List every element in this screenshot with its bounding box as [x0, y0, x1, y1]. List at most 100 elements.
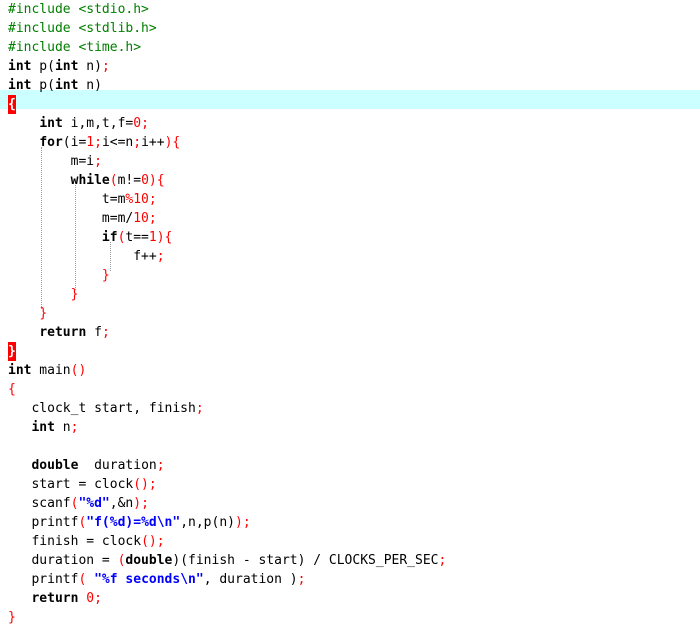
- code-token: 1: [148, 230, 157, 245]
- code-line[interactable]: clock_t start, finish;: [8, 399, 203, 418]
- code-token: ;: [94, 154, 102, 169]
- code-line[interactable]: for(i=1;i<=n;i++){: [8, 133, 180, 152]
- code-token: (: [78, 572, 95, 587]
- code-line[interactable]: }: [8, 342, 16, 361]
- code-line[interactable]: t=m%10;: [8, 190, 157, 209]
- code-token: ;: [156, 458, 165, 473]
- code-editor[interactable]: #include <stdio.h> #include <stdlib.h> #in…: [0, 0, 700, 625]
- code-token: #include <stdlib.h>: [8, 21, 157, 36]
- code-line[interactable]: #include <stdlib.h>: [8, 19, 157, 38]
- code-token: ;: [94, 135, 102, 150]
- code-line[interactable]: printf("f(%d)=%d\n",n,p(n));: [8, 513, 251, 532]
- code-token: ,n,p(n): [180, 515, 235, 530]
- code-token: double: [31, 458, 79, 473]
- code-line[interactable]: start = clock();: [8, 475, 156, 494]
- code-token: #include <stdio.h>: [8, 2, 149, 17]
- code-line[interactable]: m=i;: [8, 152, 102, 171]
- code-line[interactable]: }: [8, 608, 16, 627]
- code-token: m!=: [117, 173, 142, 188]
- code-line[interactable]: {: [8, 95, 16, 114]
- code-line[interactable]: return f;: [8, 323, 110, 342]
- code-token: ();: [141, 534, 165, 549]
- code-token: n): [78, 59, 102, 74]
- code-token: 10: [133, 192, 149, 207]
- code-token: clock_t start, finish: [8, 401, 196, 416]
- code-token: , duration ): [203, 572, 298, 587]
- code-token: ){: [156, 230, 173, 245]
- code-token: printf: [8, 572, 79, 587]
- code-token: ;: [148, 192, 157, 207]
- code-line[interactable]: return 0;: [8, 589, 101, 608]
- code-line[interactable]: int i,m,t,f=0;: [8, 114, 149, 133]
- code-token: duration: [78, 458, 157, 473]
- code-token: n: [54, 420, 71, 435]
- code-token: int: [54, 78, 79, 93]
- code-token: {: [8, 382, 16, 397]
- code-token: ;: [438, 553, 447, 568]
- code-line[interactable]: duration = (double)(finish - start) / CL…: [8, 551, 446, 570]
- code-token: return: [31, 591, 79, 606]
- code-token: p(: [31, 78, 55, 93]
- code-token: for: [39, 135, 63, 150]
- code-line[interactable]: #include <time.h>: [8, 38, 141, 57]
- code-line[interactable]: int p(int n);: [8, 57, 110, 76]
- code-token: (): [70, 363, 87, 378]
- code-token: ;: [101, 325, 110, 340]
- code-token: int: [8, 363, 32, 378]
- indent-guide: [41, 147, 42, 309]
- code-line[interactable]: f++;: [8, 247, 164, 266]
- code-token: );: [235, 515, 251, 530]
- code-token: }: [101, 268, 110, 283]
- code-token: printf: [8, 515, 79, 530]
- code-line[interactable]: if(t==1){: [8, 228, 172, 247]
- code-line[interactable]: #include <stdio.h>: [8, 0, 149, 19]
- code-token: 0: [86, 591, 95, 606]
- code-line[interactable]: finish = clock();: [8, 532, 165, 551]
- code-token: int: [8, 78, 32, 93]
- code-token: }: [8, 610, 16, 625]
- code-token: (i=: [62, 135, 87, 150]
- code-line[interactable]: scanf("%d",&n);: [8, 494, 149, 513]
- code-line[interactable]: {: [8, 380, 16, 399]
- code-line[interactable]: int p(int n): [8, 76, 102, 95]
- indent-guide: [75, 185, 76, 290]
- code-line[interactable]: m=m/10;: [8, 209, 157, 228]
- code-token: int: [8, 59, 32, 74]
- code-token: while: [70, 173, 110, 188]
- current-line-highlight: [0, 90, 700, 109]
- code-token: ){: [164, 135, 181, 150]
- matched-brace: {: [8, 95, 16, 114]
- code-token: scanf: [8, 496, 71, 511]
- code-token: 10: [133, 211, 149, 226]
- code-token: main: [31, 363, 71, 378]
- code-token: );: [133, 496, 149, 511]
- indent-guide: [110, 242, 111, 271]
- code-line[interactable]: double duration;: [8, 456, 165, 475]
- code-line[interactable]: }: [8, 285, 79, 304]
- code-line[interactable]: int main(): [8, 361, 86, 380]
- code-token: int: [31, 420, 55, 435]
- code-line[interactable]: int n;: [8, 418, 78, 437]
- code-line[interactable]: }: [8, 266, 110, 285]
- code-token: f++: [8, 249, 157, 264]
- code-token: ;: [297, 572, 306, 587]
- code-token: ;: [141, 116, 149, 131]
- code-token: m=i: [8, 154, 95, 169]
- code-token: finish = clock: [8, 534, 142, 549]
- code-token: 0: [133, 116, 142, 131]
- code-line[interactable]: while(m!=0){: [8, 171, 165, 190]
- code-token: duration =: [8, 553, 118, 568]
- code-token: n): [78, 78, 102, 93]
- code-line[interactable]: printf( "%f seconds\n", duration );: [8, 570, 305, 589]
- code-token: i,m,t,f=: [62, 116, 134, 131]
